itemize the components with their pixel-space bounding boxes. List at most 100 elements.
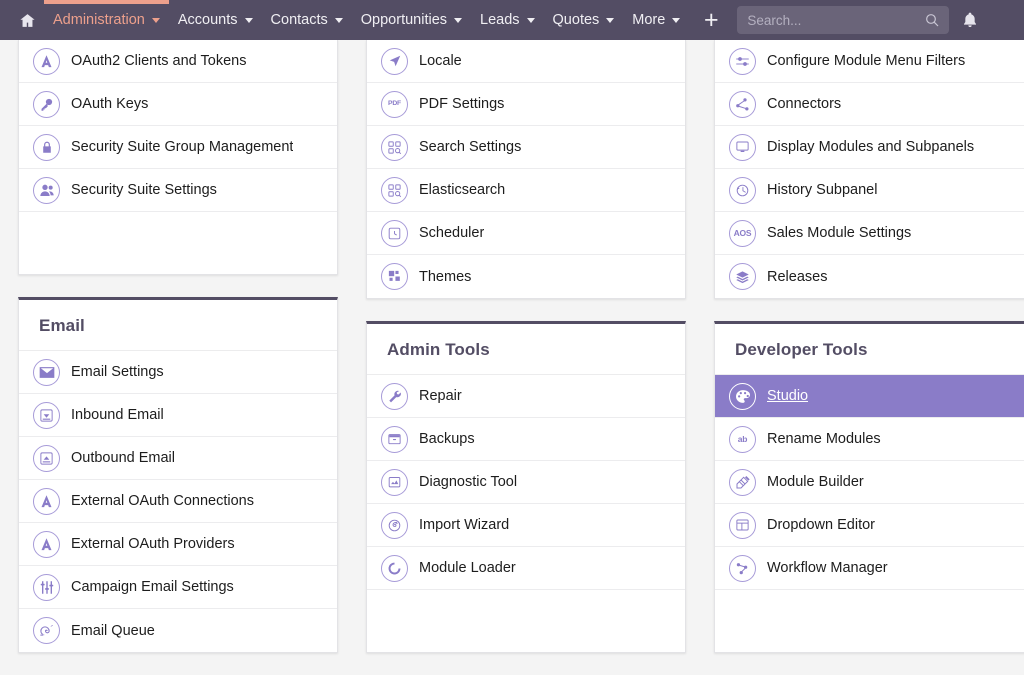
admin-link-label: OAuth Keys xyxy=(71,96,148,112)
add-button[interactable]: + xyxy=(691,0,731,40)
chevron-down-icon[interactable] xyxy=(245,18,253,23)
monitor-icon xyxy=(729,134,756,161)
admin-link-label: Studio xyxy=(767,388,808,404)
nav-items-container: AdministrationAccountsContactsOpportunit… xyxy=(44,0,689,40)
module-builder-icon xyxy=(729,469,756,496)
chevron-down-icon[interactable] xyxy=(335,18,343,23)
admin-link-pdf-settings[interactable]: PDF PDF Settings xyxy=(367,83,685,126)
admin-link-locale[interactable]: Locale xyxy=(367,40,685,83)
admin-link-backups[interactable]: Backups xyxy=(367,418,685,461)
admin-link-rename-modules[interactable]: abRename Modules xyxy=(715,418,1024,461)
admin-panel-continued: Locale PDF PDF Settings Search Settings Elas… xyxy=(366,40,686,299)
nav-item-contacts[interactable]: Contacts xyxy=(262,0,352,40)
connectors-nodes-icon xyxy=(729,91,756,118)
nav-item-quotes[interactable]: Quotes xyxy=(544,0,624,40)
admin-link-label: External OAuth Connections xyxy=(71,493,254,509)
admin-link-oauth-keys[interactable]: OAuth Keys xyxy=(19,83,337,126)
chevron-down-icon[interactable] xyxy=(527,18,535,23)
panel-column-2: Locale PDF PDF Settings Search Settings Elas… xyxy=(366,40,686,675)
aos-icon: AOS xyxy=(729,220,756,247)
admin-link-releases[interactable]: Releases xyxy=(715,255,1024,298)
admin-link-label: PDF Settings xyxy=(419,96,504,112)
admin-link-sales-module-settings[interactable]: AOS Sales Module Settings xyxy=(715,212,1024,255)
admin-link-workflow-manager[interactable]: Workflow Manager xyxy=(715,547,1024,590)
nav-item-opportunities[interactable]: Opportunities xyxy=(352,0,471,40)
chevron-down-icon[interactable] xyxy=(152,18,160,23)
admin-link-module-loader[interactable]: Module Loader xyxy=(367,547,685,590)
admin-panels-board: OAuth2 Clients and Tokens OAuth Keys Secur… xyxy=(0,40,1024,663)
admin-link-label: External OAuth Providers xyxy=(71,536,235,552)
admin-link-elasticsearch[interactable]: Elasticsearch xyxy=(367,169,685,212)
admin-link-external-oauth-connections[interactable]: External OAuth Connections xyxy=(19,480,337,523)
pdf-icon: PDF xyxy=(381,91,408,118)
admin-link-campaign-email-settings[interactable]: Campaign Email Settings xyxy=(19,566,337,609)
chart-monitor-icon xyxy=(381,469,408,496)
admin-link-label: Display Modules and Subpanels xyxy=(767,139,974,155)
admin-link-import-wizard[interactable]: Import Wizard xyxy=(367,504,685,547)
admin-link-security-suite-settings[interactable]: Security Suite Settings xyxy=(19,169,337,212)
admin-link-label: Sales Module Settings xyxy=(767,225,911,241)
chevron-down-icon[interactable] xyxy=(672,18,680,23)
outbox-up-icon xyxy=(33,445,60,472)
admin-link-module-builder[interactable]: Module Builder xyxy=(715,461,1024,504)
nav-item-more[interactable]: More xyxy=(623,0,689,40)
admin-link-themes[interactable]: Themes xyxy=(367,255,685,298)
admin-link-external-oauth-providers[interactable]: External OAuth Providers xyxy=(19,523,337,566)
panel-title: Admin Tools xyxy=(367,324,685,375)
admin-link-history-subpanel[interactable]: History Subpanel xyxy=(715,169,1024,212)
oauth-a-icon xyxy=(33,531,60,558)
admin-link-label: Themes xyxy=(419,269,471,285)
admin-panel-email: EmailEmail SettingsInbound EmailOutbound… xyxy=(18,297,338,653)
admin-link-label: Elasticsearch xyxy=(419,182,505,198)
admin-link-display-modules-and-subpanels[interactable]: Display Modules and Subpanels xyxy=(715,126,1024,169)
admin-panel-continued: OAuth2 Clients and Tokens OAuth Keys Secur… xyxy=(18,40,338,275)
panel-empty-space xyxy=(715,590,1024,652)
top-navbar: AdministrationAccountsContactsOpportunit… xyxy=(0,0,1024,40)
panel-empty-space xyxy=(19,212,337,274)
admin-link-label: OAuth2 Clients and Tokens xyxy=(71,53,246,69)
nav-item-accounts[interactable]: Accounts xyxy=(169,0,262,40)
history-clock-icon xyxy=(729,177,756,204)
chevron-down-icon[interactable] xyxy=(606,18,614,23)
admin-link-outbound-email[interactable]: Outbound Email xyxy=(19,437,337,480)
panel-column-3: Configure Module Menu FiltersConnectors D… xyxy=(714,40,1024,675)
admin-link-label: Repair xyxy=(419,388,462,404)
admin-link-email-settings[interactable]: Email Settings xyxy=(19,351,337,394)
admin-link-scheduler[interactable]: Scheduler xyxy=(367,212,685,255)
admin-link-oauth2-clients-and-tokens[interactable]: OAuth2 Clients and Tokens xyxy=(19,40,337,83)
admin-link-diagnostic-tool[interactable]: Diagnostic Tool xyxy=(367,461,685,504)
nav-item-label: More xyxy=(632,12,665,28)
admin-link-label: Campaign Email Settings xyxy=(71,579,234,595)
search-grid-icon xyxy=(381,177,408,204)
admin-link-label: Locale xyxy=(419,53,462,69)
admin-link-dropdown-editor[interactable]: Dropdown Editor xyxy=(715,504,1024,547)
search-input[interactable] xyxy=(747,13,924,28)
bell-notification-icon[interactable] xyxy=(951,0,989,40)
admin-link-label: Import Wizard xyxy=(419,517,509,533)
filter-sliders-icon xyxy=(729,48,756,75)
admin-link-studio[interactable]: Studio xyxy=(715,375,1024,418)
admin-panel-continued: Configure Module Menu FiltersConnectors D… xyxy=(714,40,1024,299)
nav-item-administration[interactable]: Administration xyxy=(44,0,169,40)
admin-link-configure-module-menu-filters[interactable]: Configure Module Menu Filters xyxy=(715,40,1024,83)
admin-link-label: History Subpanel xyxy=(767,182,877,198)
chevron-down-icon[interactable] xyxy=(454,18,462,23)
home-icon[interactable] xyxy=(10,0,44,40)
key-icon xyxy=(33,91,60,118)
admin-link-security-suite-group-management[interactable]: Security Suite Group Management xyxy=(19,126,337,169)
nav-item-leads[interactable]: Leads xyxy=(471,0,544,40)
envelope-icon xyxy=(33,359,60,386)
admin-link-label: Dropdown Editor xyxy=(767,517,875,533)
admin-link-email-queue[interactable]: Email Queue xyxy=(19,609,337,652)
users-group-icon xyxy=(33,177,60,204)
global-search[interactable] xyxy=(737,6,949,34)
admin-link-search-settings[interactable]: Search Settings xyxy=(367,126,685,169)
search-icon[interactable] xyxy=(924,12,940,28)
import-spiral-icon xyxy=(381,512,408,539)
archive-box-icon xyxy=(381,426,408,453)
wrench-icon xyxy=(381,383,408,410)
admin-link-inbound-email[interactable]: Inbound Email xyxy=(19,394,337,437)
admin-link-repair[interactable]: Repair xyxy=(367,375,685,418)
layout-panel-icon xyxy=(729,512,756,539)
admin-link-connectors[interactable]: Connectors xyxy=(715,83,1024,126)
